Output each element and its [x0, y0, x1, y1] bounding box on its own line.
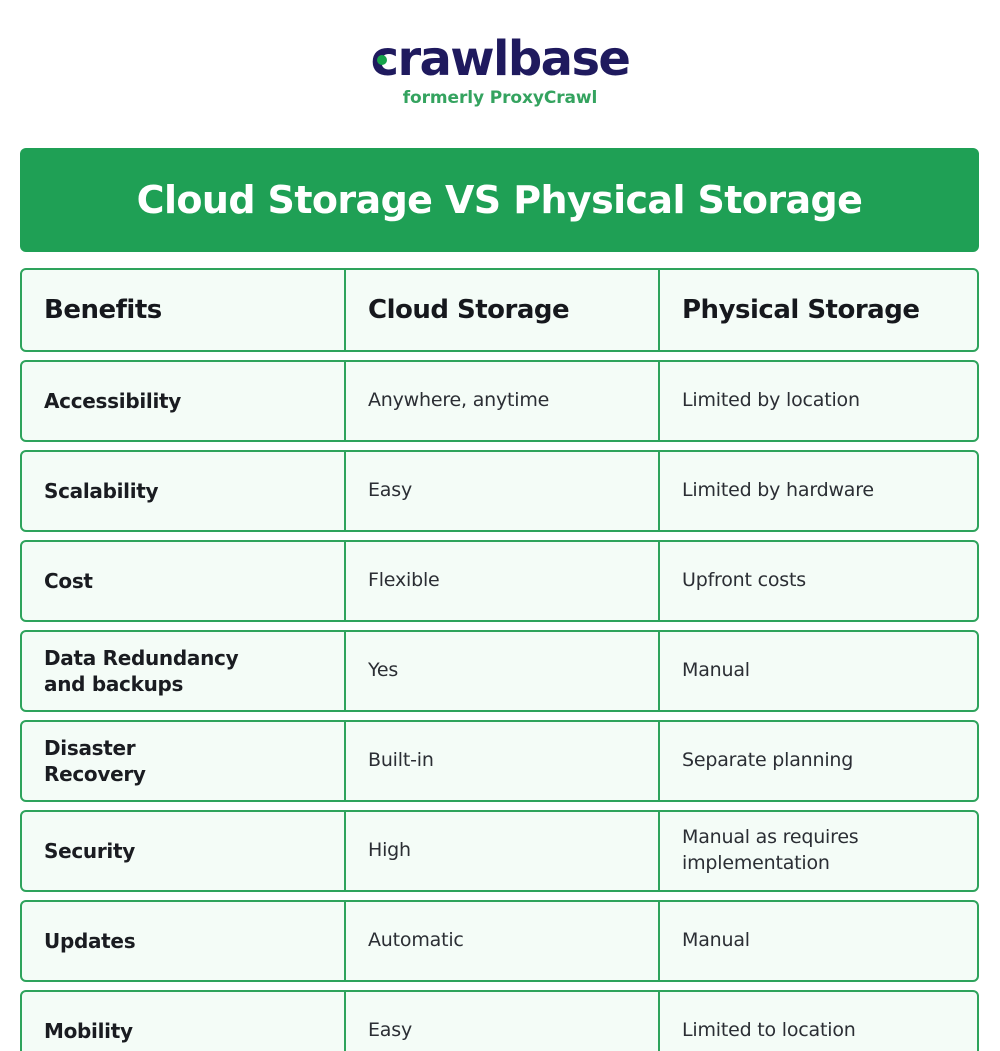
table-cell-text: Data Redundancy and backups	[44, 646, 239, 696]
table-cell-text: Security	[44, 839, 135, 863]
table-cell-text: Disaster Recovery	[44, 736, 146, 786]
table-cell-text: Manual	[682, 929, 750, 952]
table-cell-text: Flexible	[368, 569, 440, 592]
brand-wordmark: crawlbase	[370, 31, 631, 87]
table-cell-benefit: Data Redundancy and backups	[22, 632, 346, 710]
table-cell-cloud: Built-in	[346, 722, 660, 800]
comparison-table: Benefits Cloud Storage Physical Storage Acc…	[20, 268, 979, 1051]
table-cell-text: Scalability	[44, 479, 159, 503]
table-cell-physical: Manual	[660, 632, 977, 710]
brand-tagline: formerly ProxyCrawl	[402, 87, 598, 108]
table-header-row: Benefits Cloud Storage Physical Storage	[20, 268, 979, 352]
brand-wordmark-text: crawlbase	[370, 31, 631, 87]
table-cell-text: Cost	[44, 569, 93, 593]
table-cell-benefit: Accessibility	[22, 362, 346, 440]
table-cell-physical: Manual as requires implementation	[660, 812, 977, 890]
table-cell-text: Built-in	[368, 749, 434, 772]
table-header-label: Physical Storage	[682, 295, 920, 325]
table-cell-text: Accessibility	[44, 389, 181, 413]
table-header-label: Cloud Storage	[368, 295, 570, 325]
infographic-page: crawlbase formerly ProxyCrawl Cloud Stor…	[0, 0, 1000, 1051]
table-cell-physical: Manual	[660, 902, 977, 980]
table-cell-text: Easy	[368, 479, 412, 502]
table-cell-text: Separate planning	[682, 749, 854, 772]
table-cell-cloud: Flexible	[346, 542, 660, 620]
table-cell-benefit: Cost	[22, 542, 346, 620]
table-cell-text: Manual as requires implementation	[682, 826, 859, 874]
table-cell-cloud: Easy	[346, 452, 660, 530]
table-row: Cost Flexible Upfront costs	[20, 540, 979, 622]
table-header-label: Benefits	[44, 295, 162, 325]
table-cell-text: Yes	[368, 659, 399, 682]
table-cell-physical: Limited by hardware	[660, 452, 977, 530]
table-row: Scalability Easy Limited by hardware	[20, 450, 979, 532]
table-cell-benefit: Scalability	[22, 452, 346, 530]
table-cell-text: Manual	[682, 659, 750, 682]
table-row: Disaster Recovery Built-in Separate planni…	[20, 720, 979, 802]
brand-logo: crawlbase formerly ProxyCrawl	[0, 34, 1000, 108]
table-cell-text: Limited to location	[682, 1019, 856, 1042]
table-cell-text: High	[368, 839, 411, 862]
table-cell-cloud: Automatic	[346, 902, 660, 980]
table-cell-cloud: Easy	[346, 992, 660, 1051]
table-cell-benefit: Mobility	[22, 992, 346, 1051]
table-row: Mobility Easy Limited to location	[20, 990, 979, 1051]
table-cell-physical: Upfront costs	[660, 542, 977, 620]
page-title: Cloud Storage VS Physical Storage	[136, 178, 863, 222]
table-row: Accessibility Anywhere, anytime Limited by…	[20, 360, 979, 442]
table-row: Data Redundancy and backups Yes Manual	[20, 630, 979, 712]
table-header-cell: Cloud Storage	[346, 270, 660, 350]
table-cell-benefit: Disaster Recovery	[22, 722, 346, 800]
table-cell-text: Anywhere, anytime	[368, 389, 550, 412]
table-cell-physical: Limited to location	[660, 992, 977, 1051]
table-cell-physical: Separate planning	[660, 722, 977, 800]
table-header-cell: Physical Storage	[660, 270, 977, 350]
brand-dot-icon	[376, 55, 387, 65]
table-row: Security High Manual as requires implement…	[20, 810, 979, 892]
table-cell-text: Limited by location	[682, 389, 860, 412]
table-cell-cloud: Anywhere, anytime	[346, 362, 660, 440]
title-banner: Cloud Storage VS Physical Storage	[20, 148, 979, 252]
table-cell-text: Limited by hardware	[682, 479, 874, 502]
table-cell-text: Upfront costs	[682, 569, 806, 592]
table-cell-text: Automatic	[368, 929, 464, 952]
table-row: Updates Automatic Manual	[20, 900, 979, 982]
table-cell-physical: Limited by location	[660, 362, 977, 440]
table-header-cell: Benefits	[22, 270, 346, 350]
table-cell-benefit: Updates	[22, 902, 346, 980]
table-cell-cloud: Yes	[346, 632, 660, 710]
table-cell-cloud: High	[346, 812, 660, 890]
table-cell-text: Updates	[44, 929, 136, 953]
table-cell-text: Easy	[368, 1019, 412, 1042]
table-cell-text: Mobility	[44, 1019, 133, 1043]
table-cell-benefit: Security	[22, 812, 346, 890]
